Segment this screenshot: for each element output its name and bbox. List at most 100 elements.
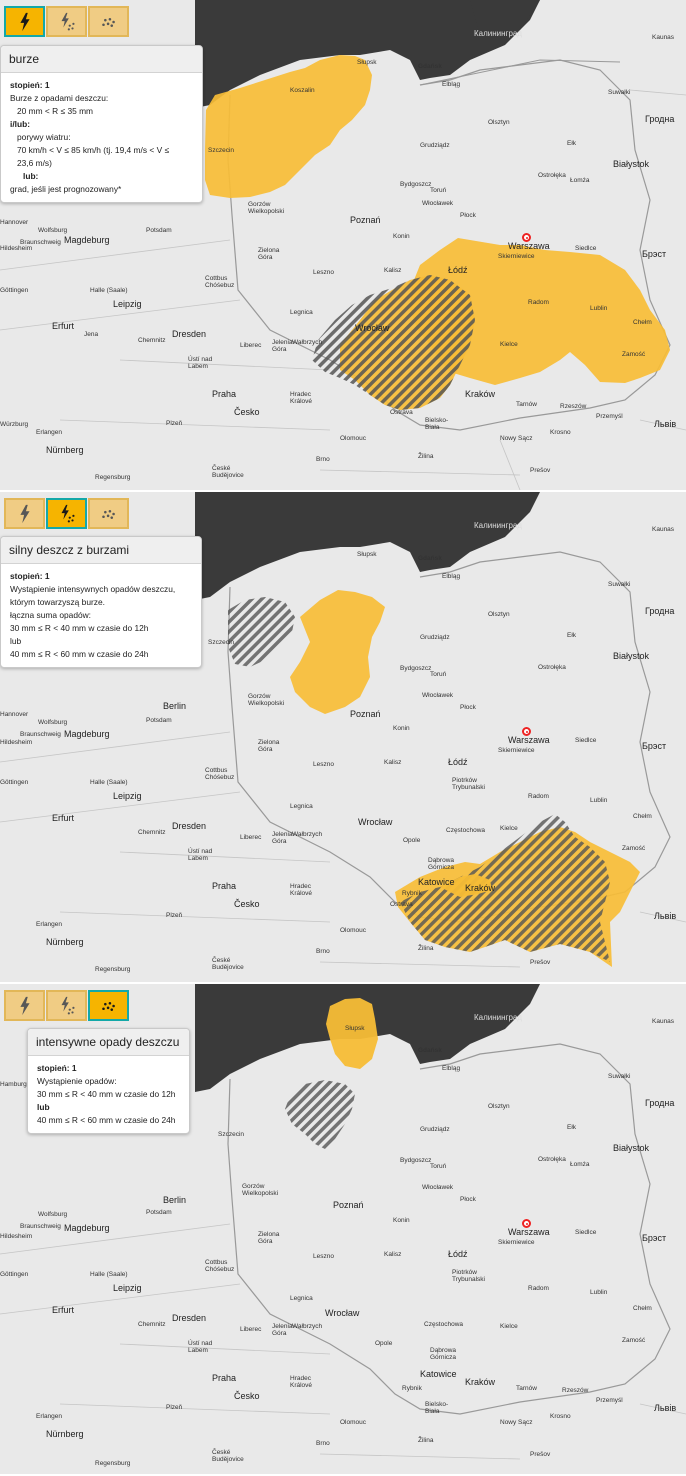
map-label: Žilina [418, 945, 434, 952]
map-label: Praha [212, 1373, 237, 1383]
popup-line: 30 mm ≤ R < 40 mm w czasie do 12h [10, 623, 149, 633]
map-label: Гродна [645, 114, 675, 124]
tab-intensywne-opady[interactable] [88, 990, 129, 1021]
map-label: Žilina [418, 453, 434, 460]
map-label: Wolfsburg [38, 719, 68, 726]
map-label: Gdańsk [418, 63, 442, 70]
map-label: Ełk [567, 1124, 577, 1131]
map-label: Radom [528, 793, 549, 800]
map-label: Hamburg [0, 1081, 27, 1088]
map-label: Konin [393, 1217, 410, 1224]
map-label: Leipzig [113, 791, 142, 801]
map-label: Bielsko-Biała [425, 1401, 449, 1415]
map-panel-burze[interactable]: Калининград Gdańsk Słupsk Koszalin Szcze… [0, 0, 686, 490]
map-label: České Budějovice [212, 957, 244, 971]
map-label: Olomouc [340, 1419, 367, 1426]
lightning-rain-icon [61, 12, 75, 30]
map-label: Kalisz [384, 267, 402, 274]
map-label: České Budějovice [212, 1449, 244, 1463]
map-label: Piotrków Trybunalski [452, 1269, 485, 1283]
location-marker-warszawa[interactable] [522, 233, 531, 242]
map-label: Erfurt [52, 813, 75, 823]
map-label: Włocławek [422, 692, 454, 699]
map-label: Szczecin [218, 1131, 245, 1138]
map-label: Regensburg [95, 1460, 131, 1467]
map-label: Radom [528, 1285, 549, 1292]
map-label: Leszno [313, 761, 334, 768]
map-label: Łomża [570, 177, 590, 184]
map-label: Grudziądz [420, 634, 450, 641]
warning-popup: silny deszcz z burzami stopień: 1 Wystąp… [0, 536, 202, 668]
map-label: Hradec Králové [290, 883, 313, 897]
map-label: Ostrołęka [538, 172, 566, 179]
map-label: Kaunas [652, 34, 675, 41]
map-label: Prešov [530, 467, 551, 474]
map-label: Hildesheim [0, 739, 33, 746]
map-label: Legnica [290, 803, 313, 810]
location-marker-warszawa[interactable] [522, 727, 531, 736]
map-label: Kraków [465, 1377, 496, 1387]
tab-intensywne-opady[interactable] [88, 498, 129, 529]
map-label: Siedlce [575, 737, 597, 744]
tab-intensywne-opady[interactable] [88, 6, 129, 37]
map-label: Radom [528, 299, 549, 306]
map-label: Zamość [622, 351, 646, 358]
tab-silny-deszcz-z-burzami[interactable] [46, 6, 87, 37]
map-label: Nowy Sącz [500, 1419, 533, 1426]
popup-body: stopień: 1 Wystąpienie opadów: 30 mm ≤ R… [28, 1056, 189, 1133]
tab-burze[interactable] [4, 990, 45, 1021]
map-label: Opole [403, 837, 421, 844]
map-label: Lublin [590, 797, 608, 804]
map-label: Kraków [465, 883, 496, 893]
map-label: Berlin [163, 701, 187, 711]
popup-line: 70 km/h < V ≤ 85 km/h (tj. 19,4 m/s < V … [17, 145, 170, 155]
map-label: Kalisz [384, 759, 402, 766]
map-label: Olomouc [340, 435, 367, 442]
map-panel-silny-deszcz[interactable]: Калининград Gdańsk Słupsk Szczecin Gorzó… [0, 492, 686, 982]
map-label: Halle (Saale) [90, 779, 128, 786]
map-label: Przemyśl [596, 1397, 623, 1404]
lightning-rain-icon [61, 996, 75, 1014]
map-label: Göttingen [0, 1271, 29, 1278]
map-label: Zamość [622, 845, 646, 852]
map-label: Elbląg [442, 81, 461, 88]
map-label: Chemnitz [138, 829, 166, 836]
map-label: Калининград [474, 521, 523, 530]
map-label: Gorzów Wielkopolski [242, 1183, 279, 1197]
tab-burze[interactable] [4, 498, 45, 529]
popup-line: 30 mm ≤ R < 40 mm w czasie do 12h [37, 1089, 176, 1099]
map-label: Opole [375, 1340, 393, 1347]
map-label: Tarnów [516, 1385, 537, 1392]
map-label: Львів [654, 911, 677, 921]
map-panel-intensywne-opady[interactable]: Калининград Gdańsk Słupsk Szczecin Gorzó… [0, 984, 686, 1474]
map-label: Olsztyn [488, 119, 510, 126]
map-label: Białystok [613, 651, 650, 661]
map-label: Česko [234, 1391, 260, 1401]
map-label: Nowy Sącz [500, 435, 533, 442]
map-label: Suwałki [608, 89, 631, 96]
map-label: Dąbrowa Górnicza [428, 857, 455, 871]
map-label: Chełm [633, 813, 652, 820]
map-label: Łódź [448, 757, 468, 767]
map-label: Ústí nad Labem [188, 356, 213, 370]
tab-silny-deszcz-z-burzami[interactable] [46, 498, 87, 529]
tab-burze[interactable] [4, 6, 45, 37]
map-label: Skierniewice [498, 253, 535, 260]
tab-silny-deszcz-z-burzami[interactable] [46, 990, 87, 1021]
popup-body: stopień: 1 Burze z opadami deszczu: 20 m… [1, 73, 202, 202]
map-label: Słupsk [357, 551, 377, 558]
map-label: Magdeburg [64, 1223, 110, 1233]
map-label: Leipzig [113, 1283, 142, 1293]
map-label: Cottbus Chóśebuz [205, 1259, 235, 1273]
map-label: Wałbrzych [292, 339, 323, 346]
map-label: Braunschweig [20, 239, 61, 246]
map-label: Płock [460, 212, 476, 219]
lightning-icon [19, 12, 30, 31]
map-label: Jelenia Góra [272, 831, 293, 845]
warning-type-tabs [4, 990, 129, 1021]
map-label: Gdańsk [418, 1047, 442, 1054]
map-label: Białystok [613, 159, 650, 169]
map-label: Włocławek [422, 200, 454, 207]
location-marker-warszawa[interactable] [522, 1219, 531, 1228]
map-label: Magdeburg [64, 729, 110, 739]
